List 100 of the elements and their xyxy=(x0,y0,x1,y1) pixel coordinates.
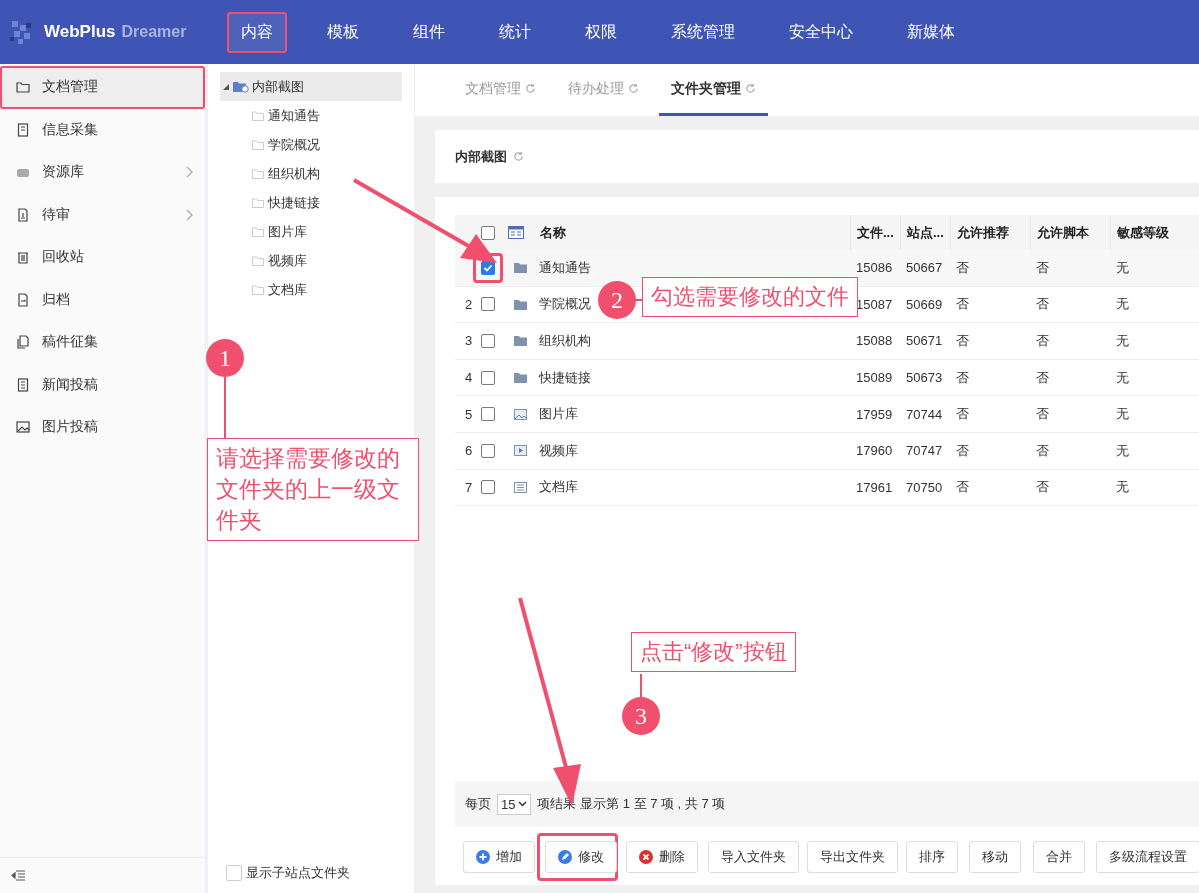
tree-node[interactable]: 学院概况 xyxy=(220,130,402,159)
table-cell: 无 xyxy=(1116,258,1129,277)
sidebar-label: 图片投稿 xyxy=(42,418,99,437)
toolbar-button[interactable]: 删除 xyxy=(626,841,699,873)
product-name: Dreamer xyxy=(121,23,187,41)
toolbar-button[interactable]: 导出文件夹 xyxy=(806,841,898,873)
table-cell: 50669 xyxy=(906,296,943,312)
table-cell: 文档库 xyxy=(539,478,578,497)
table-cell: 图片库 xyxy=(539,405,578,424)
sidebar-label: 资源库 xyxy=(42,163,85,182)
row-checkbox[interactable] xyxy=(481,443,495,458)
image-icon xyxy=(16,420,30,435)
sidebar-item[interactable]: 归档 xyxy=(0,278,205,321)
nav-tab[interactable]: 组件 xyxy=(399,11,459,53)
folder-icon xyxy=(252,168,264,179)
subsite-checkbox[interactable]: 显示子站点文件夹 xyxy=(220,853,402,893)
tree-node[interactable]: 内部截图 xyxy=(220,72,402,101)
toolbar-button[interactable]: 合并 xyxy=(1032,841,1085,873)
folder-icon xyxy=(252,139,264,150)
sidebar-item[interactable]: 新闻投稿 xyxy=(0,363,205,406)
tree-node[interactable]: 快捷链接 xyxy=(220,188,402,217)
folder-title: 内部截图 xyxy=(455,147,507,166)
video-icon xyxy=(514,445,527,457)
table-cell: 70744 xyxy=(906,406,943,422)
table-cell: 无 xyxy=(1116,295,1129,314)
sidebar-label: 归档 xyxy=(42,290,71,309)
table-cell: 否 xyxy=(956,332,969,350)
table-cell: 50671 xyxy=(906,333,943,349)
sidebar-label: 信息采集 xyxy=(42,120,99,139)
table-cell: 17959 xyxy=(856,406,893,422)
table-cell: 无 xyxy=(1116,368,1129,387)
tree-node[interactable]: 组织机构 xyxy=(220,159,402,188)
row-checkbox[interactable] xyxy=(481,297,495,312)
column-header[interactable]: 名称 xyxy=(533,215,850,250)
row-number: 6 xyxy=(465,443,473,459)
select-all-checkbox[interactable] xyxy=(481,225,495,240)
table-cell: 否 xyxy=(1036,405,1049,424)
edit-icon xyxy=(557,850,572,864)
toolbar-button[interactable]: 排序 xyxy=(905,841,958,873)
nav-tab[interactable]: 新媒体 xyxy=(893,11,969,53)
toolbar-button[interactable]: 多级流程设置 xyxy=(1096,841,1199,873)
table-cell: 无 xyxy=(1116,478,1129,497)
table-cell: 无 xyxy=(1116,441,1129,460)
table-cell: 否 xyxy=(1036,368,1049,387)
sidebar-item[interactable]: 回收站 xyxy=(0,236,205,279)
folder-icon xyxy=(514,372,527,384)
row-checkbox[interactable] xyxy=(481,334,495,348)
row-number: 7 xyxy=(465,479,473,495)
toolbar-button[interactable]: 移动 xyxy=(969,841,1022,873)
nav-tab[interactable]: 安全中心 xyxy=(775,11,867,53)
sidebar-item[interactable]: 待审 xyxy=(0,193,205,236)
nav-tab[interactable]: 模板 xyxy=(313,11,373,53)
tree-node[interactable]: 文档库 xyxy=(220,275,402,304)
tab[interactable]: 文件夹管理 xyxy=(659,64,768,116)
tree-label: 内部截图 xyxy=(252,77,304,96)
table-cell: 否 xyxy=(1036,441,1049,460)
refresh-icon[interactable] xyxy=(628,83,639,94)
sidebar-item[interactable]: 信息采集 xyxy=(0,108,205,151)
toolbar-button[interactable]: 修改 xyxy=(544,841,617,873)
refresh-icon[interactable] xyxy=(525,83,536,94)
toolbar-button[interactable]: 导入文件夹 xyxy=(707,841,799,873)
toolbar-button[interactable]: 增加 xyxy=(463,841,535,873)
nav-tab[interactable]: 系统管理 xyxy=(657,11,749,53)
folder-icon xyxy=(16,80,30,95)
news-icon xyxy=(16,377,30,392)
expand-icon[interactable] xyxy=(222,82,230,91)
table-cell: 否 xyxy=(1036,258,1049,277)
nav-tab[interactable]: 权限 xyxy=(571,11,631,53)
tree-node[interactable]: 视频库 xyxy=(220,246,402,275)
sidebar-item[interactable]: 资源库 xyxy=(0,151,205,194)
table-cell: 否 xyxy=(956,441,969,460)
table-cell: 否 xyxy=(956,295,969,314)
table-cell: 快捷链接 xyxy=(539,368,591,387)
per-page-select[interactable]: 15 xyxy=(497,793,532,815)
columns-icon[interactable] xyxy=(508,226,524,239)
tree-node[interactable]: 通知通告 xyxy=(220,101,402,130)
sidebar-item[interactable]: 文档管理 xyxy=(0,66,205,109)
sidebar-item[interactable]: 稿件征集 xyxy=(0,321,205,364)
sidebar-label: 稿件征集 xyxy=(42,333,99,352)
check-icon xyxy=(483,262,493,273)
sidebar-label: 新闻投稿 xyxy=(42,375,99,394)
add-icon xyxy=(476,850,490,864)
table-cell: 否 xyxy=(1036,332,1049,350)
table-cell: 50673 xyxy=(906,370,943,386)
table-cell: 视频库 xyxy=(539,441,578,460)
row-checkbox[interactable] xyxy=(481,370,495,385)
clipboard-icon xyxy=(16,122,30,137)
row-number: 2 xyxy=(465,296,473,312)
refresh-icon[interactable] xyxy=(513,151,524,162)
table-cell: 15086 xyxy=(856,260,893,276)
sidebar-item[interactable]: 图片投稿 xyxy=(0,406,205,449)
collapse-icon[interactable] xyxy=(10,868,26,883)
refresh-icon[interactable] xyxy=(745,83,756,94)
folder-icon xyxy=(514,335,527,347)
tree-node[interactable]: 图片库 xyxy=(220,217,402,246)
row-checkbox[interactable] xyxy=(481,407,495,422)
image-icon xyxy=(514,408,527,420)
nav-tab[interactable]: 内容 xyxy=(227,11,287,53)
nav-tab[interactable]: 统计 xyxy=(485,11,545,53)
row-checkbox[interactable] xyxy=(481,480,495,495)
